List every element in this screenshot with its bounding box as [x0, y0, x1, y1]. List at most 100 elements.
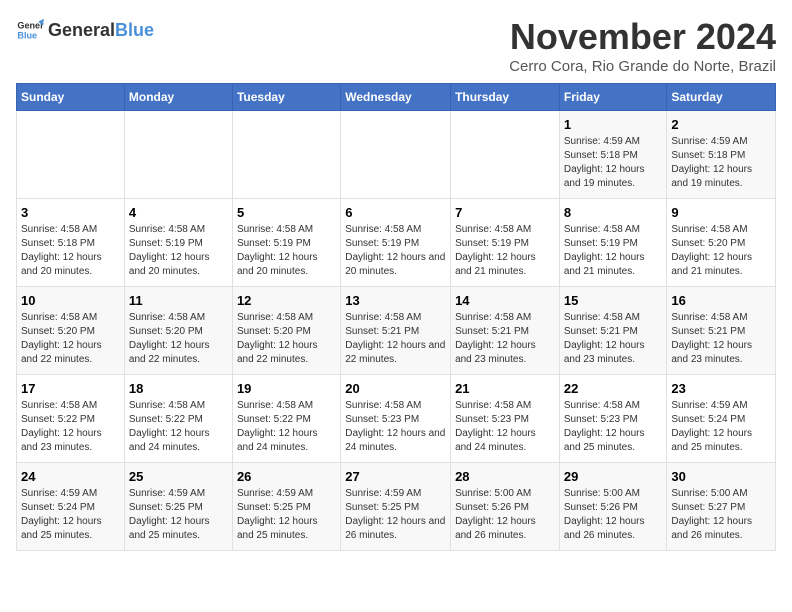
day-number: 22: [564, 381, 663, 396]
day-info: Sunrise: 4:58 AM Sunset: 5:21 PM Dayligh…: [455, 311, 555, 367]
calendar-cell: 12 Sunrise: 4:58 AM Sunset: 5:20 PM Dayli…: [232, 287, 340, 375]
day-info: Sunrise: 5:00 AM Sunset: 5:26 PM Dayligh…: [455, 487, 555, 543]
day-info: Sunrise: 4:58 AM Sunset: 5:22 PM Dayligh…: [237, 399, 336, 455]
calendar-week-row: 10 Sunrise: 4:58 AM Sunset: 5:20 PM Dayli…: [17, 287, 776, 375]
calendar-cell: 23 Sunrise: 4:59 AM Sunset: 5:24 PM Dayli…: [667, 375, 776, 463]
day-info: Sunrise: 4:58 AM Sunset: 5:22 PM Dayligh…: [129, 399, 228, 455]
calendar-cell: 7Sunrise: 4:58 AM Sunset: 5:19 PM Daylig…: [451, 199, 560, 287]
header: General Blue GeneralBlue November 2024 C…: [16, 16, 776, 75]
calendar-cell: 27 Sunrise: 4:59 AM Sunset: 5:25 PM Dayli…: [341, 463, 451, 551]
day-number: 16: [671, 293, 771, 308]
logo: General Blue GeneralBlue: [16, 16, 154, 44]
day-number: 12: [237, 293, 336, 308]
calendar-header-row: SundayMondayTuesdayWednesdayThursdayFrid…: [17, 84, 776, 111]
day-header-sunday: Sunday: [17, 84, 125, 111]
day-info: Sunrise: 4:58 AM Sunset: 5:20 PM Dayligh…: [671, 223, 771, 279]
day-number: 13: [345, 293, 446, 308]
calendar-cell: [17, 111, 125, 199]
calendar-cell: 9Sunrise: 4:58 AM Sunset: 5:20 PM Daylig…: [667, 199, 776, 287]
calendar-week-row: 24 Sunrise: 4:59 AM Sunset: 5:24 PM Dayli…: [17, 463, 776, 551]
calendar-cell: 10 Sunrise: 4:58 AM Sunset: 5:20 PM Dayli…: [17, 287, 125, 375]
day-info: Sunrise: 4:58 AM Sunset: 5:21 PM Dayligh…: [564, 311, 663, 367]
day-number: 7: [455, 205, 555, 220]
calendar-cell: 5 Sunrise: 4:58 AM Sunset: 5:19 PM Daylig…: [232, 199, 340, 287]
calendar-cell: 1 Sunrise: 4:59 AM Sunset: 5:18 PM Daylig…: [559, 111, 667, 199]
day-info: Sunrise: 4:58 AM Sunset: 5:23 PM Dayligh…: [564, 399, 663, 455]
day-number: 3: [21, 205, 120, 220]
calendar-cell: 11Sunrise: 4:58 AM Sunset: 5:20 PM Dayli…: [124, 287, 232, 375]
logo-icon: General Blue: [16, 16, 44, 44]
calendar-cell: [124, 111, 232, 199]
day-header-tuesday: Tuesday: [232, 84, 340, 111]
day-header-monday: Monday: [124, 84, 232, 111]
day-number: 5: [237, 205, 336, 220]
calendar-cell: 16Sunrise: 4:58 AM Sunset: 5:21 PM Dayli…: [667, 287, 776, 375]
day-header-saturday: Saturday: [667, 84, 776, 111]
day-number: 20: [345, 381, 446, 396]
day-number: 10: [21, 293, 120, 308]
svg-text:Blue: Blue: [17, 30, 37, 40]
day-info: Sunrise: 4:58 AM Sunset: 5:18 PM Dayligh…: [21, 223, 120, 279]
day-info: Sunrise: 4:58 AM Sunset: 5:20 PM Dayligh…: [129, 311, 228, 367]
day-info: Sunrise: 4:58 AM Sunset: 5:23 PM Dayligh…: [345, 399, 446, 455]
calendar-cell: 22 Sunrise: 4:58 AM Sunset: 5:23 PM Dayli…: [559, 375, 667, 463]
calendar-cell: 13 Sunrise: 4:58 AM Sunset: 5:21 PM Dayli…: [341, 287, 451, 375]
day-number: 17: [21, 381, 120, 396]
day-number: 24: [21, 469, 120, 484]
day-info: Sunrise: 4:58 AM Sunset: 5:19 PM Dayligh…: [564, 223, 663, 279]
day-header-wednesday: Wednesday: [341, 84, 451, 111]
day-number: 25: [129, 469, 228, 484]
title-area: November 2024 Cerro Cora, Rio Grande do …: [509, 16, 776, 75]
calendar-cell: 30 Sunrise: 5:00 AM Sunset: 5:27 PM Dayli…: [667, 463, 776, 551]
day-number: 29: [564, 469, 663, 484]
day-number: 26: [237, 469, 336, 484]
calendar-cell: 29Sunrise: 5:00 AM Sunset: 5:26 PM Dayli…: [559, 463, 667, 551]
day-info: Sunrise: 4:58 AM Sunset: 5:20 PM Dayligh…: [21, 311, 120, 367]
day-number: 19: [237, 381, 336, 396]
day-info: Sunrise: 5:00 AM Sunset: 5:27 PM Dayligh…: [671, 487, 771, 543]
calendar-cell: 17 Sunrise: 4:58 AM Sunset: 5:22 PM Dayli…: [17, 375, 125, 463]
calendar-week-row: 17 Sunrise: 4:58 AM Sunset: 5:22 PM Dayli…: [17, 375, 776, 463]
day-number: 8: [564, 205, 663, 220]
calendar-cell: 15 Sunrise: 4:58 AM Sunset: 5:21 PM Dayli…: [559, 287, 667, 375]
day-info: Sunrise: 4:59 AM Sunset: 5:18 PM Dayligh…: [564, 135, 663, 191]
logo-general: General: [48, 20, 115, 41]
calendar-cell: [451, 111, 560, 199]
day-info: Sunrise: 4:58 AM Sunset: 5:19 PM Dayligh…: [237, 223, 336, 279]
logo-blue: Blue: [115, 20, 154, 41]
calendar-cell: [232, 111, 340, 199]
calendar-cell: 6Sunrise: 4:58 AM Sunset: 5:19 PM Daylig…: [341, 199, 451, 287]
calendar-cell: 25Sunrise: 4:59 AM Sunset: 5:25 PM Dayli…: [124, 463, 232, 551]
calendar-cell: 3 Sunrise: 4:58 AM Sunset: 5:18 PM Daylig…: [17, 199, 125, 287]
day-number: 30: [671, 469, 771, 484]
calendar-cell: 24 Sunrise: 4:59 AM Sunset: 5:24 PM Dayli…: [17, 463, 125, 551]
day-number: 27: [345, 469, 446, 484]
calendar-cell: 19 Sunrise: 4:58 AM Sunset: 5:22 PM Dayli…: [232, 375, 340, 463]
day-info: Sunrise: 4:58 AM Sunset: 5:20 PM Dayligh…: [237, 311, 336, 367]
calendar-cell: 14 Sunrise: 4:58 AM Sunset: 5:21 PM Dayli…: [451, 287, 560, 375]
day-info: Sunrise: 4:59 AM Sunset: 5:24 PM Dayligh…: [21, 487, 120, 543]
day-number: 2: [671, 117, 771, 132]
day-number: 4: [129, 205, 228, 220]
day-info: Sunrise: 4:58 AM Sunset: 5:19 PM Dayligh…: [129, 223, 228, 279]
calendar-week-row: 1 Sunrise: 4:59 AM Sunset: 5:18 PM Daylig…: [17, 111, 776, 199]
day-info: Sunrise: 4:59 AM Sunset: 5:24 PM Dayligh…: [671, 399, 771, 455]
day-info: Sunrise: 4:58 AM Sunset: 5:22 PM Dayligh…: [21, 399, 120, 455]
calendar-week-row: 3 Sunrise: 4:58 AM Sunset: 5:18 PM Daylig…: [17, 199, 776, 287]
month-title: November 2024: [509, 16, 776, 58]
calendar-cell: 21Sunrise: 4:58 AM Sunset: 5:23 PM Dayli…: [451, 375, 560, 463]
day-info: Sunrise: 4:58 AM Sunset: 5:19 PM Dayligh…: [345, 223, 446, 279]
day-number: 14: [455, 293, 555, 308]
day-number: 23: [671, 381, 771, 396]
day-header-thursday: Thursday: [451, 84, 560, 111]
day-number: 21: [455, 381, 555, 396]
day-number: 15: [564, 293, 663, 308]
calendar-cell: 2Sunrise: 4:59 AM Sunset: 5:18 PM Daylig…: [667, 111, 776, 199]
day-info: Sunrise: 4:58 AM Sunset: 5:21 PM Dayligh…: [345, 311, 446, 367]
calendar-cell: 26Sunrise: 4:59 AM Sunset: 5:25 PM Dayli…: [232, 463, 340, 551]
calendar-cell: 8 Sunrise: 4:58 AM Sunset: 5:19 PM Daylig…: [559, 199, 667, 287]
calendar-cell: [341, 111, 451, 199]
day-number: 1: [564, 117, 663, 132]
day-info: Sunrise: 4:59 AM Sunset: 5:25 PM Dayligh…: [345, 487, 446, 543]
location-subtitle: Cerro Cora, Rio Grande do Norte, Brazil: [509, 58, 776, 75]
